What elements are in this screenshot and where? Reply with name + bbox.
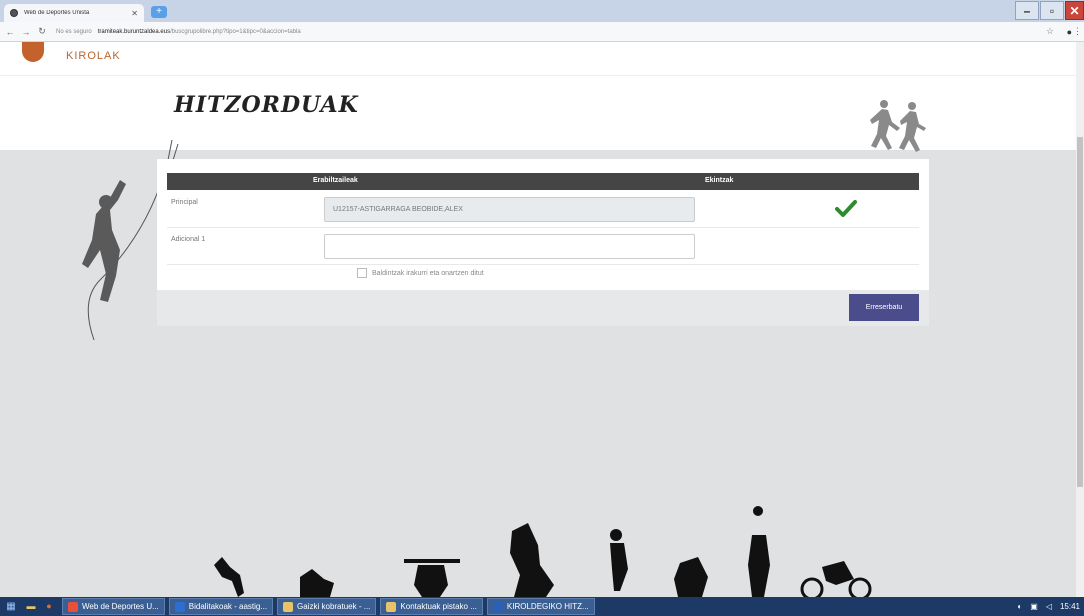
taskbar-item-word[interactable]: KIROLDEGIKO HITZ... — [486, 598, 595, 615]
close-window-button[interactable]: ✕ — [1065, 1, 1084, 20]
taskbar-item-folder-2[interactable]: Kontaktuak pistako ... — [380, 598, 483, 615]
forward-icon[interactable]: → — [20, 27, 32, 37]
page-scrollbar[interactable] — [1076, 42, 1084, 597]
profile-icon[interactable]: ● — [1067, 27, 1072, 37]
back-icon[interactable]: ← — [4, 27, 16, 37]
bookmark-star-icon[interactable]: ☆ — [1046, 26, 1054, 37]
site-logo[interactable] — [22, 42, 44, 62]
logo-text[interactable]: KIROLAK — [66, 50, 121, 62]
reload-icon[interactable]: ↻ — [36, 26, 48, 37]
system-tray: ◐ ▣ ◁ 15:41 — [1017, 597, 1084, 616]
booking-panel: Erabiltzaileak Ekintzak Principal Adicio… — [157, 159, 929, 326]
file-explorer-icon[interactable]: ▬ — [22, 597, 40, 616]
outlook-tray-icon[interactable]: ▣ — [1030, 602, 1038, 611]
url-host: tramiteak.buruntzaldea.eus — [97, 28, 171, 35]
address-bar: ← → ↻ No es seguro tramiteak.buruntzaldea… — [0, 22, 1084, 42]
minimize-button[interactable]: – — [1015, 1, 1039, 20]
table-row: Adicional 1 — [167, 228, 919, 265]
sports-silhouettes-icon — [214, 506, 872, 597]
column-header-users: Erabiltzaileak — [313, 177, 358, 184]
row-label-principal: Principal — [171, 199, 198, 206]
table-row: Principal — [167, 191, 919, 228]
not-secure-label: No es seguro — [56, 28, 92, 35]
column-header-actions: Ekintzak — [705, 177, 734, 184]
principal-user-field[interactable] — [324, 197, 695, 222]
scrollbar-thumb[interactable] — [1077, 137, 1083, 487]
volume-icon[interactable]: ◁ — [1046, 602, 1052, 611]
agree-label: Baldintzak irakurri eta onartzen ditut — [372, 269, 484, 277]
maximize-button[interactable]: ▫ — [1040, 1, 1064, 20]
menu-icon[interactable]: ⋮ — [1073, 26, 1082, 37]
new-tab-button[interactable]: + — [151, 6, 167, 18]
site-header: KIROLAK — [0, 42, 1084, 76]
clock[interactable]: 15:41 — [1060, 602, 1080, 611]
taskbar-item-chrome[interactable]: Web de Deportes U... — [62, 598, 165, 615]
row-label-additional: Adicional 1 — [171, 236, 206, 243]
close-tab-icon[interactable]: ✕ — [131, 9, 138, 18]
start-icon[interactable]: ▦ — [0, 597, 22, 616]
browser-tab-strip: Web de Deportes Unista ✕ + – ▫ ✕ — [0, 0, 1084, 22]
taskbar-item-folder-1[interactable]: Gaizki kobratuek - ... — [277, 598, 377, 615]
check-icon — [835, 200, 857, 217]
agree-terms[interactable]: Baldintzak irakurri eta onartzen ditut — [357, 268, 484, 278]
url-path: /buscgrupolibre.php?tipo=1&tipc=0&accion… — [170, 28, 301, 35]
agree-checkbox[interactable] — [357, 268, 367, 278]
page-title: HITZORDUAK — [174, 92, 359, 118]
table-header: Erabiltzaileak Ekintzak — [167, 173, 919, 190]
panel-footer — [157, 290, 929, 326]
browser-tab[interactable]: Web de Deportes Unista ✕ — [4, 4, 144, 22]
additional-user-field[interactable] — [324, 234, 695, 259]
runners-icon — [870, 100, 926, 152]
taskbar-item-outlook-sent[interactable]: Bidalitakoak - aastig... — [168, 598, 274, 615]
url-field[interactable]: No es seguro tramiteak.buruntzaldea.eus/b… — [56, 29, 301, 35]
network-icon[interactable]: ◐ — [1017, 602, 1022, 611]
site-favicon-icon — [10, 9, 18, 17]
tab-title: Web de Deportes Unista — [24, 10, 90, 16]
reserve-button[interactable]: Erreserbatu — [849, 294, 919, 321]
windows-taskbar: ▦ ▬ ● Web de Deportes U... Bidalitakoak … — [0, 597, 1084, 616]
firefox-icon[interactable]: ● — [40, 597, 58, 616]
